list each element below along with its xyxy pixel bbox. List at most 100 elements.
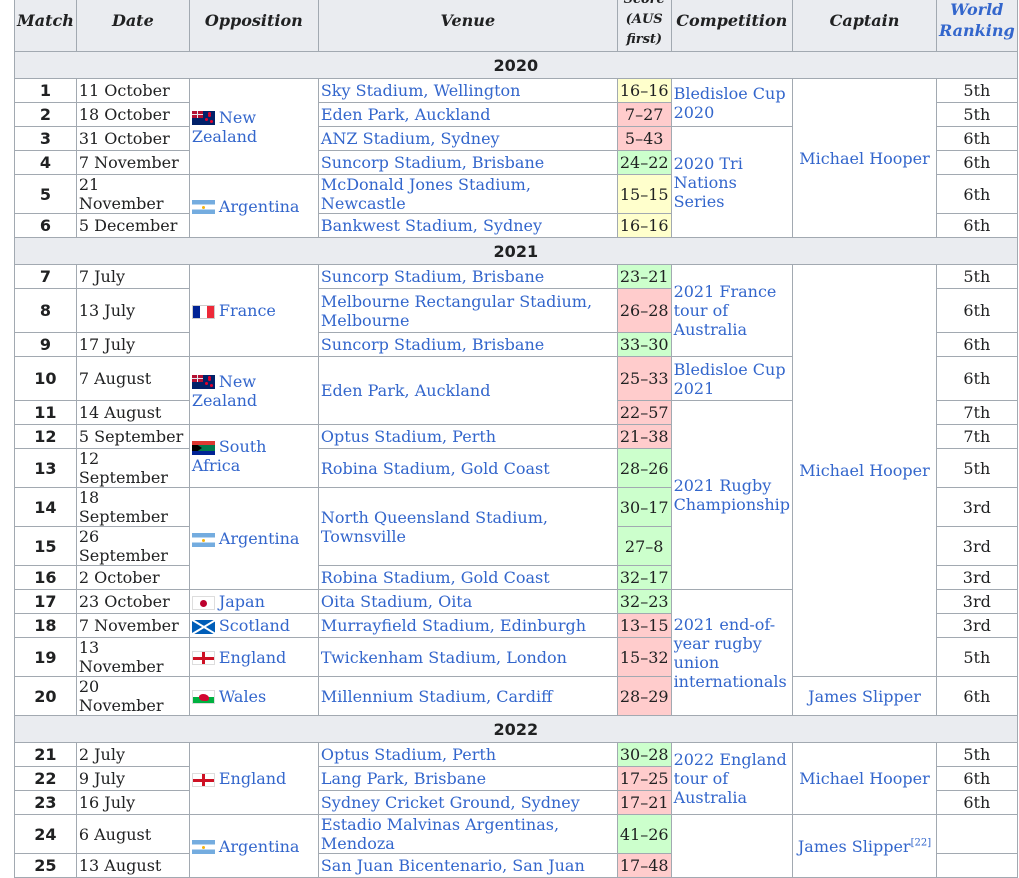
header-score[interactable]: Score (AUS first) bbox=[616, 0, 672, 52]
header-date[interactable]: Date bbox=[75, 0, 190, 52]
match-date: 7 November bbox=[75, 150, 190, 175]
venue-link[interactable]: San Juan Bicentenario, San Juan bbox=[317, 853, 618, 878]
match-score: 15–15 bbox=[616, 174, 672, 214]
venue-link[interactable]: Lang Park, Brisbane bbox=[317, 766, 618, 791]
wales-flag-icon bbox=[191, 690, 215, 704]
venue-link[interactable]: Eden Park, Auckland bbox=[317, 102, 618, 127]
world-ranking: 5th bbox=[936, 742, 1018, 767]
match-number: 8 bbox=[14, 288, 77, 333]
venue-link[interactable]: Suncorp Stadium, Brisbane bbox=[317, 150, 618, 175]
venue-link[interactable]: Robina Stadium, Gold Coast bbox=[317, 565, 618, 590]
venue-link[interactable]: Oita Stadium, Oita bbox=[317, 589, 618, 614]
venue-link[interactable]: Suncorp Stadium, Brisbane bbox=[317, 264, 618, 289]
venue-link[interactable]: Optus Stadium, Perth bbox=[317, 424, 618, 449]
opposition-link[interactable]: England bbox=[219, 648, 286, 667]
match-date: 18 September bbox=[75, 487, 190, 527]
match-date: 16 July bbox=[75, 790, 190, 815]
venue-link[interactable]: Millennium Stadium, Cardiff bbox=[317, 676, 618, 716]
venue-link[interactable]: Estadio Malvinas Argentinas, Mendoza bbox=[317, 814, 618, 854]
header-venue[interactable]: Venue bbox=[317, 0, 618, 52]
competition-link[interactable]: Bledisloe Cup 2020 bbox=[670, 78, 794, 127]
match-score: 5–43 bbox=[616, 126, 672, 151]
venue-link[interactable]: Sky Stadium, Wellington bbox=[317, 78, 618, 103]
venue-link[interactable]: Sydney Cricket Ground, Sydney bbox=[317, 790, 618, 815]
match-number: 13 bbox=[14, 448, 77, 488]
competition-cell bbox=[670, 814, 794, 878]
world-ranking: 6th bbox=[936, 213, 1018, 238]
header-captain[interactable]: Captain bbox=[792, 0, 937, 52]
match-score: 28–29 bbox=[616, 676, 672, 716]
opposition-link[interactable]: Argentina bbox=[219, 197, 300, 216]
match-date: 13 August bbox=[75, 853, 190, 878]
year-row-2021: 2021 bbox=[14, 237, 1018, 265]
argentina-flag-icon bbox=[191, 532, 215, 547]
match-score: 30–17 bbox=[616, 487, 672, 527]
world-ranking: 3rd bbox=[936, 613, 1018, 638]
match-score: 32–23 bbox=[616, 589, 672, 614]
venue-link[interactable]: North Queensland Stadium, Townsville bbox=[317, 487, 618, 566]
world-ranking: 6th bbox=[936, 356, 1018, 401]
opposition-link[interactable]: Wales bbox=[219, 687, 266, 706]
opposition-cell: Japan bbox=[188, 589, 319, 614]
captain-link[interactable]: Michael Hooper bbox=[792, 78, 937, 238]
world-ranking: 7th bbox=[936, 424, 1018, 449]
opposition-link[interactable]: Argentina bbox=[219, 837, 300, 856]
header-opposition[interactable]: Opposition bbox=[188, 0, 319, 52]
captain-link[interactable]: James Slipper bbox=[792, 676, 937, 716]
match-score: 30–28 bbox=[616, 742, 672, 767]
world-ranking: 7th bbox=[936, 400, 1018, 425]
competition-link[interactable]: 2020 Tri Nations Series bbox=[670, 126, 794, 238]
venue-link[interactable]: Melbourne Rectangular Stadium, Melbourne bbox=[317, 288, 618, 333]
competition-link[interactable]: 2021 France tour of Australia bbox=[670, 264, 794, 357]
venue-link[interactable]: McDonald Jones Stadium, Newcastle bbox=[317, 174, 618, 214]
match-date: 20 November bbox=[75, 676, 190, 716]
world-ranking bbox=[936, 814, 1018, 854]
match-score: 41–26 bbox=[616, 814, 672, 854]
match-score: 24–22 bbox=[616, 150, 672, 175]
opposition-link[interactable]: Scotland bbox=[219, 616, 290, 635]
venue-link[interactable]: Twickenham Stadium, London bbox=[317, 637, 618, 677]
results-table: Match Date Opposition Venue Score (AUS f… bbox=[14, 0, 1018, 878]
opposition-cell: Argentina bbox=[188, 814, 319, 878]
opposition-link[interactable]: Argentina bbox=[219, 529, 300, 548]
year-label: 2021 bbox=[14, 237, 1018, 265]
captain-link[interactable]: Michael Hooper bbox=[792, 264, 937, 677]
opposition-cell: England bbox=[188, 637, 319, 677]
opposition-cell: South Africa bbox=[188, 424, 319, 488]
venue-link[interactable]: ANZ Stadium, Sydney bbox=[317, 126, 618, 151]
competition-link[interactable]: 2022 England tour of Australia bbox=[670, 742, 794, 815]
header-competition[interactable]: Competition bbox=[670, 0, 794, 52]
venue-link[interactable]: Bankwest Stadium, Sydney bbox=[317, 213, 618, 238]
competition-link[interactable]: Bledisloe Cup 2021 bbox=[670, 356, 794, 401]
captain-link[interactable]: Michael Hooper bbox=[792, 742, 937, 815]
opposition-link[interactable]: France bbox=[219, 301, 276, 320]
year-row-2022: 2022 bbox=[14, 715, 1018, 743]
world-ranking: 6th bbox=[936, 288, 1018, 333]
match-number: 9 bbox=[14, 332, 77, 357]
venue-link[interactable]: Optus Stadium, Perth bbox=[317, 742, 618, 767]
match-number: 14 bbox=[14, 487, 77, 527]
opposition-link[interactable]: Japan bbox=[219, 592, 265, 611]
captain-link[interactable]: James Slipper bbox=[798, 837, 911, 856]
competition-link[interactable]: 2021 end-of-year rugby union internation… bbox=[670, 589, 794, 716]
world-ranking: 5th bbox=[936, 78, 1018, 103]
match-number: 25 bbox=[14, 853, 77, 878]
venue-link[interactable]: Eden Park, Auckland bbox=[317, 356, 618, 425]
japan-flag-icon bbox=[191, 595, 215, 610]
world-ranking: 6th bbox=[936, 790, 1018, 815]
venue-link[interactable]: Murrayfield Stadium, Edinburgh bbox=[317, 613, 618, 638]
match-date: 5 December bbox=[75, 213, 190, 238]
match-date: 26 September bbox=[75, 526, 190, 566]
venue-link[interactable]: Suncorp Stadium, Brisbane bbox=[317, 332, 618, 357]
header-match[interactable]: Match bbox=[14, 0, 77, 52]
match-score: 25–33 bbox=[616, 356, 672, 401]
header-ranking[interactable]: World Ranking bbox=[936, 0, 1018, 52]
competition-link[interactable]: 2021 Rugby Championship bbox=[670, 400, 794, 590]
match-date: 7 November bbox=[75, 613, 190, 638]
venue-link[interactable]: Robina Stadium, Gold Coast bbox=[317, 448, 618, 488]
match-date: 12 September bbox=[75, 448, 190, 488]
match-score: 27–8 bbox=[616, 526, 672, 566]
match-number: 4 bbox=[14, 150, 77, 175]
reference-link[interactable]: [22] bbox=[911, 837, 932, 848]
opposition-link[interactable]: England bbox=[219, 769, 286, 788]
